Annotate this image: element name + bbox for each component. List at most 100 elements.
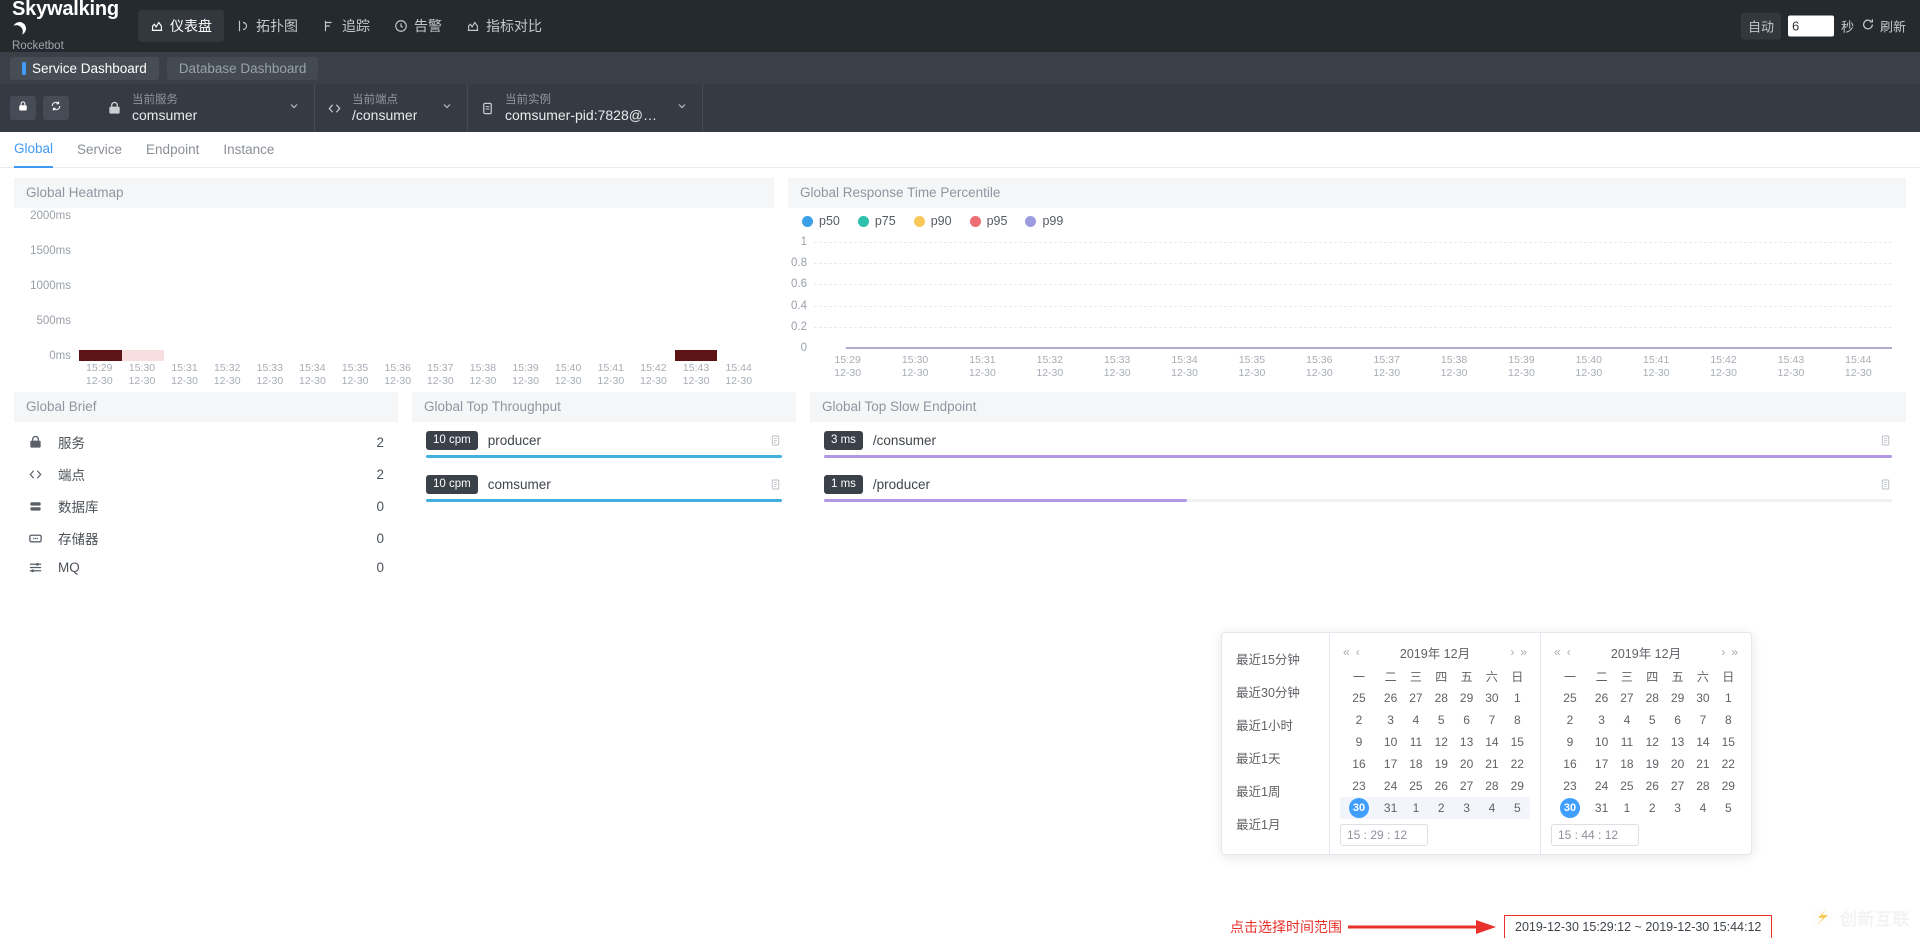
prev-month-icon[interactable]: ‹ [1564,646,1574,658]
calendar-day-cell[interactable]: 13 [1665,731,1690,753]
calendar-day-cell[interactable]: 10 [1589,731,1614,753]
calendar-day-cell[interactable]: 2 [1551,709,1589,731]
calendar-day-cell[interactable]: 21 [1479,753,1504,775]
copy-icon[interactable] [1879,478,1892,491]
calendar-day-cell[interactable]: 29 [1716,775,1741,797]
calendar-day-cell[interactable]: 27 [1403,687,1428,709]
next-month-icon[interactable]: › [1718,646,1728,658]
calendar-day-cell[interactable]: 4 [1479,797,1505,819]
chevron-down-icon[interactable] [282,99,300,117]
auto-toggle-button[interactable]: 自动 [1740,12,1781,40]
calendar-day-cell[interactable]: 1 [1505,687,1530,709]
calendar-day-cell[interactable]: 12 [1429,731,1454,753]
calendar-day-cell[interactable]: 6 [1665,709,1690,731]
legend-item-p50[interactable]: p50 [802,214,840,228]
calendar-day-cell[interactable]: 1 [1716,687,1741,709]
list-item[interactable]: 1 ms /producer [810,471,1906,502]
calendar-day-cell[interactable]: 11 [1403,731,1428,753]
chevron-down-icon[interactable] [670,99,688,117]
calendar-day-cell[interactable]: 29 [1665,687,1690,709]
calendar-day-cell[interactable]: 16 [1551,753,1589,775]
calendar-day-cell[interactable]: 28 [1690,775,1715,797]
calendar-day-cell[interactable]: 4 [1403,709,1428,731]
heatmap-cell[interactable] [121,350,164,361]
calendar-day-cell[interactable]: 14 [1690,731,1715,753]
calendar-day-cell[interactable]: 19 [1429,753,1454,775]
calendar-day-cell[interactable]: 30 [1340,797,1378,819]
calendar-day-cell[interactable]: 23 [1551,775,1589,797]
calendar-day-cell[interactable]: 6 [1454,709,1479,731]
nav-item-trace[interactable]: 追踪 [310,10,382,42]
calendar-day-cell[interactable]: 20 [1454,753,1479,775]
calendar-day-cell[interactable]: 31 [1377,797,1404,819]
selector-current-service[interactable]: 当前服务 comsumer [95,84,315,132]
calendar-day-cell[interactable]: 24 [1589,775,1614,797]
calendar-day-cell[interactable]: 8 [1716,709,1741,731]
calendar-day-cell[interactable]: 3 [1453,797,1480,819]
calendar-day-cell[interactable]: 31 [1589,797,1614,819]
end-time-input[interactable]: 15 : 44 : 12 [1551,824,1639,846]
start-time-input[interactable]: 15 : 29 : 12 [1340,824,1428,846]
list-item[interactable]: 服务 2 [14,426,398,458]
calendar-day-cell[interactable]: 2 [1640,797,1665,819]
calendar-day-cell[interactable]: 26 [1640,775,1665,797]
calendar-day-cell[interactable]: 1 [1614,797,1639,819]
calendar-day-cell[interactable]: 19 [1640,753,1665,775]
prev-year-icon[interactable]: « [1340,646,1353,658]
tab-database-dashboard[interactable]: Database Dashboard [166,56,319,80]
selector-current-endpoint[interactable]: 当前端点 /consumer [315,84,468,132]
calendar-day-cell[interactable]: 15 [1716,731,1741,753]
scope-tab-service[interactable]: Service [77,132,122,167]
prev-year-icon[interactable]: « [1551,646,1564,658]
list-item[interactable]: 10 cpm comsumer [412,471,796,502]
scope-tab-endpoint[interactable]: Endpoint [146,132,199,167]
scope-tab-global[interactable]: Global [14,131,54,168]
calendar-day-cell[interactable]: 29 [1505,775,1530,797]
calendar-day-cell[interactable]: 12 [1640,731,1665,753]
heatmap-cell[interactable] [674,350,718,361]
calendar-day-cell[interactable]: 28 [1429,687,1454,709]
calendar-day-cell[interactable]: 8 [1505,709,1530,731]
calendar-day-cell[interactable]: 24 [1378,775,1403,797]
prev-month-icon[interactable]: ‹ [1353,646,1363,658]
calendar-day-cell[interactable]: 10 [1378,731,1403,753]
calendar-day-cell[interactable]: 30 [1479,687,1504,709]
calendar-day-cell[interactable]: 15 [1505,731,1530,753]
calendar-day-cell[interactable]: 9 [1340,731,1378,753]
shortcut-last-1-day[interactable]: 最近1天 [1222,741,1329,774]
calendar-day-cell[interactable]: 28 [1640,687,1665,709]
legend-item-p95[interactable]: p95 [969,214,1007,228]
calendar-day-cell[interactable]: 9 [1551,731,1589,753]
legend-item-p75[interactable]: p75 [857,214,896,228]
list-item[interactable]: 存储器 0 [14,522,398,554]
next-month-icon[interactable]: › [1507,646,1517,658]
copy-icon[interactable] [769,478,782,491]
calendar-day-cell[interactable]: 17 [1378,753,1403,775]
refresh-button[interactable]: 刷新 [1861,17,1906,36]
calendar-day-cell[interactable]: 1 [1403,797,1429,819]
calendar-day-cell[interactable]: 17 [1589,753,1614,775]
list-item[interactable]: 3 ms /consumer [810,427,1906,458]
list-item[interactable]: 10 cpm producer [412,427,796,458]
shortcut-last-15-min[interactable]: 最近15分钟 [1222,642,1329,675]
nav-item-alarm[interactable]: 告警 [382,10,454,42]
calendar-day-cell[interactable]: 18 [1614,753,1639,775]
calendar-day-cell[interactable]: 2 [1340,709,1378,731]
shortcut-last-1-month[interactable]: 最近1月 [1222,807,1329,840]
next-year-icon[interactable]: » [1517,646,1530,658]
nav-item-compare[interactable]: 指标对比 [454,10,554,42]
calendar-day-cell[interactable]: 29 [1454,687,1479,709]
calendar-day-cell[interactable]: 23 [1340,775,1378,797]
list-item[interactable]: MQ 0 [14,554,398,581]
time-range-display[interactable]: 2019-12-30 15:29:12 ~ 2019-12-30 15:44:1… [1504,915,1773,938]
calendar-day-cell[interactable]: 3 [1589,709,1614,731]
selector-current-instance[interactable]: 当前实例 comsumer-pid:7828@DESKTO... [468,84,703,132]
calendar-day-cell[interactable]: 21 [1690,753,1715,775]
refresh-interval-input[interactable] [1787,15,1834,37]
calendar-day-cell[interactable]: 26 [1429,775,1454,797]
nav-item-topology[interactable]: 拓扑图 [224,10,310,42]
legend-item-p99[interactable]: p99 [1025,214,1063,228]
calendar-day-cell[interactable]: 4 [1614,709,1639,731]
shortcut-last-30-min[interactable]: 最近30分钟 [1222,675,1329,708]
calendar-day-cell[interactable]: 5 [1716,797,1741,819]
